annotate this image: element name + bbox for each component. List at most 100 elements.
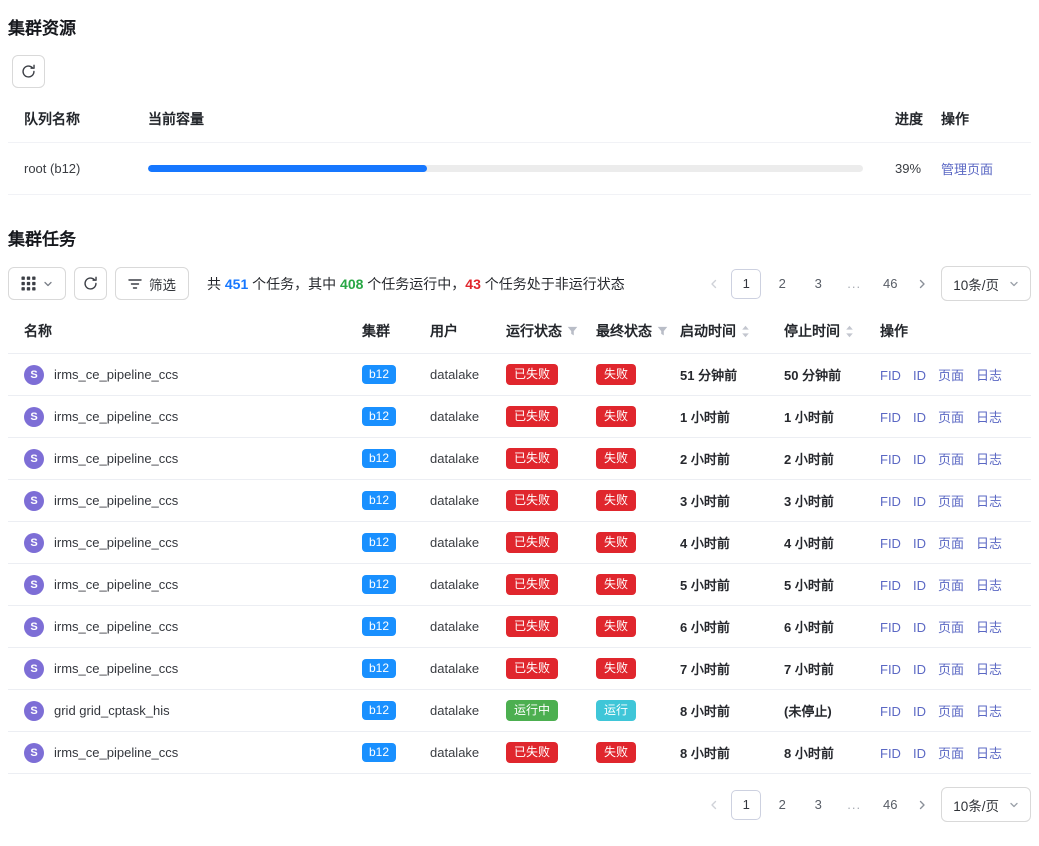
page-link[interactable]: 页面 — [938, 410, 964, 425]
final-status-badge: 失败 — [596, 364, 636, 385]
user-cell: datalake — [414, 438, 490, 480]
page-link[interactable]: 页面 — [938, 704, 964, 719]
col-run-status: 运行状态 — [490, 311, 580, 354]
manage-page-link[interactable]: 管理页面 — [941, 162, 993, 177]
pagination-page-1[interactable]: 1 — [731, 269, 761, 299]
tasks-refresh-button[interactable] — [74, 267, 107, 300]
id-link[interactable]: ID — [913, 410, 926, 425]
pagination-next-button[interactable] — [911, 270, 933, 298]
fid-link[interactable]: FID — [880, 704, 901, 719]
resources-refresh-button[interactable] — [12, 55, 45, 88]
summary-text: 共 — [207, 276, 225, 292]
id-link[interactable]: ID — [913, 662, 926, 677]
pagination-prev-button[interactable] — [703, 270, 725, 298]
col-start-time-label: 启动时间 — [680, 321, 736, 341]
id-link[interactable]: ID — [913, 452, 926, 467]
page-link[interactable]: 页面 — [938, 494, 964, 509]
summary-text: 个任务，其中 — [248, 276, 340, 292]
filter-funnel-icon[interactable] — [657, 326, 668, 337]
table-row: S irms_ce_pipeline_ccs b12 datalake 已失败 … — [8, 522, 1031, 564]
final-status-badge: 失败 — [596, 574, 636, 595]
fid-link[interactable]: FID — [880, 494, 901, 509]
page-link[interactable]: 页面 — [938, 620, 964, 635]
log-link[interactable]: 日志 — [976, 536, 1002, 551]
log-link[interactable]: 日志 — [976, 578, 1002, 593]
log-link[interactable]: 日志 — [976, 410, 1002, 425]
resources-toolbar — [12, 55, 1031, 88]
fid-link[interactable]: FID — [880, 620, 901, 635]
cluster-badge: b12 — [362, 743, 396, 762]
pagination-page-3[interactable]: 3 — [803, 269, 833, 299]
cluster-badge: b12 — [362, 701, 396, 720]
row-actions: FID ID 页面日志 — [864, 648, 1031, 690]
stop-time-cell: 5 小时前 — [768, 564, 864, 606]
id-link[interactable]: ID — [913, 578, 926, 593]
fid-link[interactable]: FID — [880, 746, 901, 761]
page-link[interactable]: 页面 — [938, 662, 964, 677]
log-link[interactable]: 日志 — [976, 494, 1002, 509]
page-link[interactable]: 页面 — [938, 536, 964, 551]
stop-time-cell: 6 小时前 — [768, 606, 864, 648]
avatar: S — [24, 491, 44, 511]
task-name: irms_ce_pipeline_ccs — [54, 493, 178, 508]
pagination-prev-button[interactable] — [703, 791, 725, 819]
start-time-cell: 8 小时前 — [664, 690, 768, 732]
page-link[interactable]: 页面 — [938, 452, 964, 467]
fid-link[interactable]: FID — [880, 662, 901, 677]
log-link[interactable]: 日志 — [976, 620, 1002, 635]
user-cell: datalake — [414, 732, 490, 774]
id-link[interactable]: ID — [913, 536, 926, 551]
id-link[interactable]: ID — [913, 494, 926, 509]
cluster-badge: b12 — [362, 659, 396, 678]
col-cluster: 集群 — [346, 311, 414, 354]
avatar: S — [24, 659, 44, 679]
log-link[interactable]: 日志 — [976, 368, 1002, 383]
pagination-page-1[interactable]: 1 — [731, 790, 761, 820]
stop-time-cell: 3 小时前 — [768, 480, 864, 522]
id-link[interactable]: ID — [913, 368, 926, 383]
table-row: S irms_ce_pipeline_ccs b12 datalake 已失败 … — [8, 564, 1031, 606]
chevron-down-icon — [43, 279, 53, 289]
pagination-page-3[interactable]: 3 — [803, 790, 833, 820]
final-status-badge: 失败 — [596, 532, 636, 553]
id-link[interactable]: ID — [913, 704, 926, 719]
pagination-pages: 123...46 — [731, 790, 905, 820]
id-link[interactable]: ID — [913, 620, 926, 635]
log-link[interactable]: 日志 — [976, 452, 1002, 467]
fid-link[interactable]: FID — [880, 452, 901, 467]
log-link[interactable]: 日志 — [976, 746, 1002, 761]
row-actions: FID ID 页面日志 — [864, 354, 1031, 396]
user-cell: datalake — [414, 396, 490, 438]
log-link[interactable]: 日志 — [976, 662, 1002, 677]
avatar: S — [24, 617, 44, 637]
pagination-page-46[interactable]: 46 — [875, 790, 905, 820]
page-link[interactable]: 页面 — [938, 578, 964, 593]
page-size-select[interactable]: 10条/页 — [941, 787, 1031, 822]
fid-link[interactable]: FID — [880, 536, 901, 551]
sorter-icon[interactable] — [845, 325, 854, 338]
cluster-badge: b12 — [362, 575, 396, 594]
pagination-next-button[interactable] — [911, 791, 933, 819]
log-link[interactable]: 日志 — [976, 704, 1002, 719]
tasks-toolbar: 筛选 共 451 个任务，其中 408 个任务运行中，43 个任务处于非运行状态… — [8, 266, 1031, 301]
pagination-page-2[interactable]: 2 — [767, 269, 797, 299]
column-settings-button[interactable] — [8, 267, 66, 300]
col-final-status: 最终状态 — [580, 311, 664, 354]
pagination-page-46[interactable]: 46 — [875, 269, 905, 299]
row-actions: FID ID 页面日志 — [864, 564, 1031, 606]
row-actions: FID ID 页面日志 — [864, 396, 1031, 438]
page-size-select[interactable]: 10条/页 — [941, 266, 1031, 301]
final-status-badge: 运行 — [596, 700, 636, 721]
page-link[interactable]: 页面 — [938, 368, 964, 383]
filter-funnel-icon[interactable] — [567, 326, 578, 337]
page-link[interactable]: 页面 — [938, 746, 964, 761]
sorter-icon[interactable] — [741, 325, 750, 338]
filter-button[interactable]: 筛选 — [115, 267, 189, 300]
resources-header-row: 队列名称 当前容量 进度 操作 — [8, 96, 1031, 143]
fid-link[interactable]: FID — [880, 368, 901, 383]
pagination-page-2[interactable]: 2 — [767, 790, 797, 820]
fid-link[interactable]: FID — [880, 410, 901, 425]
fid-link[interactable]: FID — [880, 578, 901, 593]
resources-table: 队列名称 当前容量 进度 操作 root (b12) 39% 管理页面 — [8, 96, 1031, 195]
id-link[interactable]: ID — [913, 746, 926, 761]
